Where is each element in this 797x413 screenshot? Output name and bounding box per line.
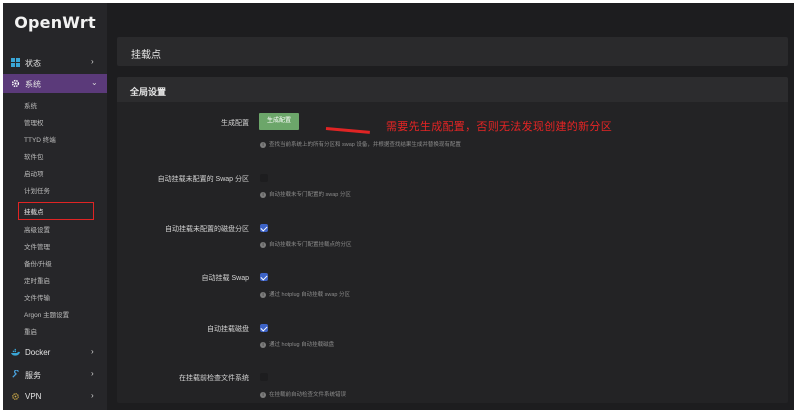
auto-mount-unconfigured-checkbox[interactable] bbox=[260, 224, 268, 232]
chevron-right-icon: › bbox=[91, 57, 94, 66]
chevron-right-icon: › bbox=[91, 391, 94, 400]
section-header: 全局设置 bbox=[117, 77, 788, 102]
generate-config-desc: i 查找当前系统上的所有分区和 swap 设备，并根据查找结果生成并替换现有配置 bbox=[260, 140, 461, 148]
desc-text: 自动挂载未专门配置的 swap 分区 bbox=[269, 192, 351, 198]
sidebar-item-admin[interactable]: 管理权 bbox=[24, 117, 44, 127]
auto-swap-unconfigured-desc: i 自动挂载未专门配置的 swap 分区 bbox=[260, 190, 351, 198]
sidebar-group-services[interactable]: 服务 › bbox=[3, 365, 107, 384]
auto-mount-label: 自动挂载磁盘 bbox=[207, 326, 249, 333]
sidebar-group-docker[interactable]: Docker › bbox=[3, 343, 107, 362]
generate-config-label: 生成配置 bbox=[221, 120, 249, 127]
sidebar-item-file-transfer[interactable]: 文件传输 bbox=[24, 292, 50, 302]
sidebar-item-system[interactable]: 系统 bbox=[24, 100, 37, 110]
check-fs-label: 在挂载前检查文件系统 bbox=[179, 375, 249, 382]
page-title: 挂载点 bbox=[131, 50, 161, 61]
sidebar-group-label: VPN bbox=[25, 392, 42, 401]
dashboard-icon bbox=[11, 58, 20, 67]
docker-icon bbox=[11, 348, 20, 356]
sidebar-item-packages[interactable]: 软件包 bbox=[24, 151, 44, 161]
sidebar-group-system[interactable]: 系统 ⌄ bbox=[3, 74, 107, 93]
auto-mount-unconfigured-label: 自动挂载未配置的磁盘分区 bbox=[165, 226, 249, 233]
sidebar-item-scheduled-tasks[interactable]: 计划任务 bbox=[24, 185, 50, 195]
chevron-down-icon: ⌄ bbox=[91, 78, 98, 87]
sidebar-item-reboot[interactable]: 重启 bbox=[24, 326, 37, 336]
info-icon: i bbox=[260, 241, 266, 248]
info-icon: i bbox=[260, 291, 266, 298]
sidebar-group-label: 系统 bbox=[25, 80, 41, 89]
generate-config-button[interactable]: 生成配置 bbox=[259, 113, 299, 130]
logo[interactable]: OpenWrt bbox=[3, 13, 107, 32]
page-title-bar: 挂载点 bbox=[117, 37, 788, 66]
services-icon bbox=[12, 370, 19, 378]
highlight-box bbox=[18, 202, 94, 220]
sidebar-group-label: 服务 bbox=[25, 371, 41, 380]
info-icon: i bbox=[260, 141, 266, 148]
sidebar-group-label: 状态 bbox=[25, 59, 41, 68]
check-fs-checkbox[interactable] bbox=[260, 373, 268, 381]
chevron-right-icon: › bbox=[91, 347, 94, 356]
desc-text: 通过 hotplug 自动挂载磁盘 bbox=[269, 342, 335, 348]
auto-swap-desc: i 通过 hotplug 自动挂载 swap 分区 bbox=[260, 290, 350, 298]
sidebar-item-file-manager[interactable]: 文件管理 bbox=[24, 241, 50, 251]
annotation-text: 需要先生成配置，否则无法发现创建的新分区 bbox=[386, 121, 612, 133]
auto-swap-label: 自动挂载 Swap bbox=[201, 275, 249, 282]
sidebar-item-startup[interactable]: 启动项 bbox=[24, 168, 44, 178]
sidebar-item-ttyd[interactable]: TTYD 终端 bbox=[24, 134, 56, 144]
sidebar-item-backup-upgrade[interactable]: 备份/升级 bbox=[24, 258, 52, 268]
sidebar-item-advanced-settings[interactable]: 高级设置 bbox=[24, 224, 50, 234]
auto-swap-checkbox[interactable] bbox=[260, 273, 268, 281]
sidebar-item-scheduled-reboot[interactable]: 定时重启 bbox=[24, 275, 50, 285]
info-icon: i bbox=[260, 191, 266, 198]
desc-text: 查找当前系统上的所有分区和 swap 设备，并根据查找结果生成并替换现有配置 bbox=[269, 142, 461, 148]
auto-mount-desc: i 通过 hotplug 自动挂载磁盘 bbox=[260, 340, 334, 348]
auto-mount-checkbox[interactable] bbox=[260, 324, 268, 332]
auto-mount-unconfigured-desc: i 自动挂载未专门配置挂载点的分区 bbox=[260, 240, 352, 248]
info-icon: i bbox=[260, 341, 266, 348]
openwrt-window: OpenWrt 状态 › 系统 ⌄ 系统 管理权 TTYD 终端 软件包 启动项… bbox=[3, 3, 794, 410]
sidebar-group-status[interactable]: 状态 › bbox=[3, 53, 107, 72]
vpn-icon bbox=[12, 393, 19, 400]
gear-icon bbox=[11, 79, 20, 88]
check-fs-desc: i 在挂载前自动检查文件系统错误 bbox=[260, 390, 346, 398]
sidebar-group-vpn[interactable]: VPN › bbox=[3, 387, 107, 406]
info-icon: i bbox=[260, 391, 266, 398]
auto-swap-unconfigured-label: 自动挂载未配置的 Swap 分区 bbox=[157, 176, 249, 183]
chevron-right-icon: › bbox=[91, 369, 94, 378]
desc-text: 在挂载前自动检查文件系统错误 bbox=[269, 392, 347, 398]
sidebar: OpenWrt 状态 › 系统 ⌄ 系统 管理权 TTYD 终端 软件包 启动项… bbox=[3, 3, 107, 410]
sidebar-group-label: Docker bbox=[25, 348, 51, 357]
auto-swap-unconfigured-checkbox[interactable] bbox=[260, 174, 268, 182]
desc-text: 自动挂载未专门配置挂载点的分区 bbox=[269, 242, 352, 248]
desc-text: 通过 hotplug 自动挂载 swap 分区 bbox=[269, 292, 350, 298]
sidebar-item-argon-settings[interactable]: Argon 主题设置 bbox=[24, 309, 69, 319]
section-title: 全局设置 bbox=[130, 87, 167, 97]
